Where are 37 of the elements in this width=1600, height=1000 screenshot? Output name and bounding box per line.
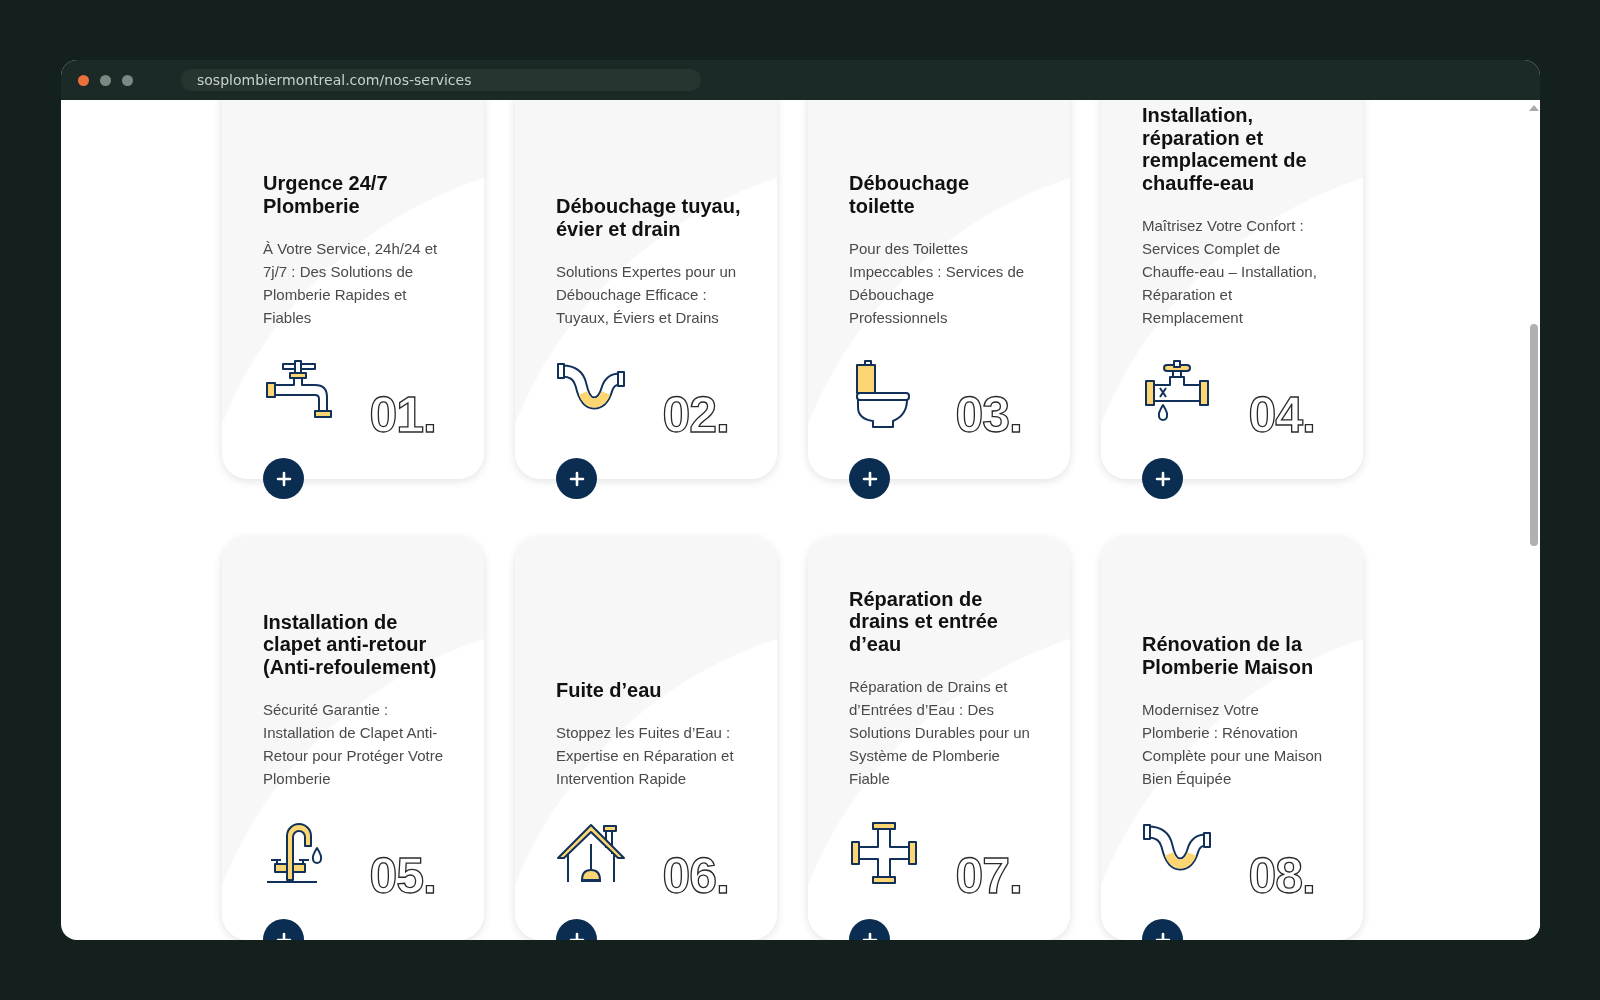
service-title: Rénovation de la Plomberie Maison (1142, 633, 1315, 678)
service-description: Modernisez Votre Plomberie : Rénovation Complète pour une Maison Bien Équipée (1142, 700, 1324, 789)
service-number: 02. (662, 393, 729, 437)
plus-icon (861, 470, 878, 487)
plus-icon (1154, 470, 1171, 487)
service-title: Débouchage toilette (849, 172, 971, 217)
minimize-dot[interactable] (100, 74, 111, 86)
service-description: Réparation de Drains et d’Entrées d’Eau : Des Solutions Durables pour un Système de Plomberie Fiable (849, 677, 1031, 789)
service-description: Stoppez les Fuites d’Eau : Expertise en Réparation et Intervention Rapide (556, 723, 735, 789)
service-description: Pour des Toilettes Impeccables : Services de Débouchage Professionnels (849, 239, 1026, 328)
service-title: Fuite d’eau (556, 678, 663, 701)
expand-button[interactable] (849, 458, 890, 499)
service-title: Réparation de drains et entrée d’eau (849, 587, 999, 655)
scrollbar-thumb[interactable] (1530, 324, 1538, 546)
service-title: Débouchage tuyau, évier et drain (556, 195, 741, 240)
expand-button[interactable] (556, 458, 597, 499)
service-number: 01. (369, 393, 436, 437)
service-description: À Votre Service, 24h/24 et 7j/7 : Des Solutions de Plomberie Rapides et Fiables (263, 239, 439, 328)
service-number: 04. (1248, 393, 1315, 437)
service-title: Installation de clapet anti-retour (Anti-refoulement) (263, 610, 438, 678)
maximize-dot[interactable] (122, 74, 133, 86)
service-description: Solutions Expertes pour un Débouchage Efficace : Tuyaux, Éviers et Drains (556, 262, 738, 328)
plus-icon (275, 470, 292, 487)
service-number: 07. (955, 854, 1022, 898)
service-number: 05. (369, 854, 436, 898)
plus-icon (568, 470, 585, 487)
service-number: 06. (662, 854, 729, 898)
service-title: Installation, réparation et remplacement de chauffe-eau (1142, 104, 1308, 194)
expand-button[interactable] (263, 458, 304, 499)
service-number: 08. (1248, 854, 1315, 898)
address-bar[interactable]: sosplombiermontreal.com/nos-services (181, 69, 701, 91)
service-description: Maîtrisez Votre Confort : Services Complet de Chauffe-eau – Installation, Réparation et Remplacement (1142, 216, 1318, 328)
service-title: Urgence 24/7 Plomberie (263, 172, 389, 217)
service-description: Sécurité Garantie : Installation de Clapet Anti-Retour pour Protéger Votre Plomberie (263, 700, 445, 789)
service-number: 03. (955, 393, 1022, 437)
close-dot[interactable] (78, 74, 89, 86)
expand-button[interactable] (1142, 458, 1183, 499)
